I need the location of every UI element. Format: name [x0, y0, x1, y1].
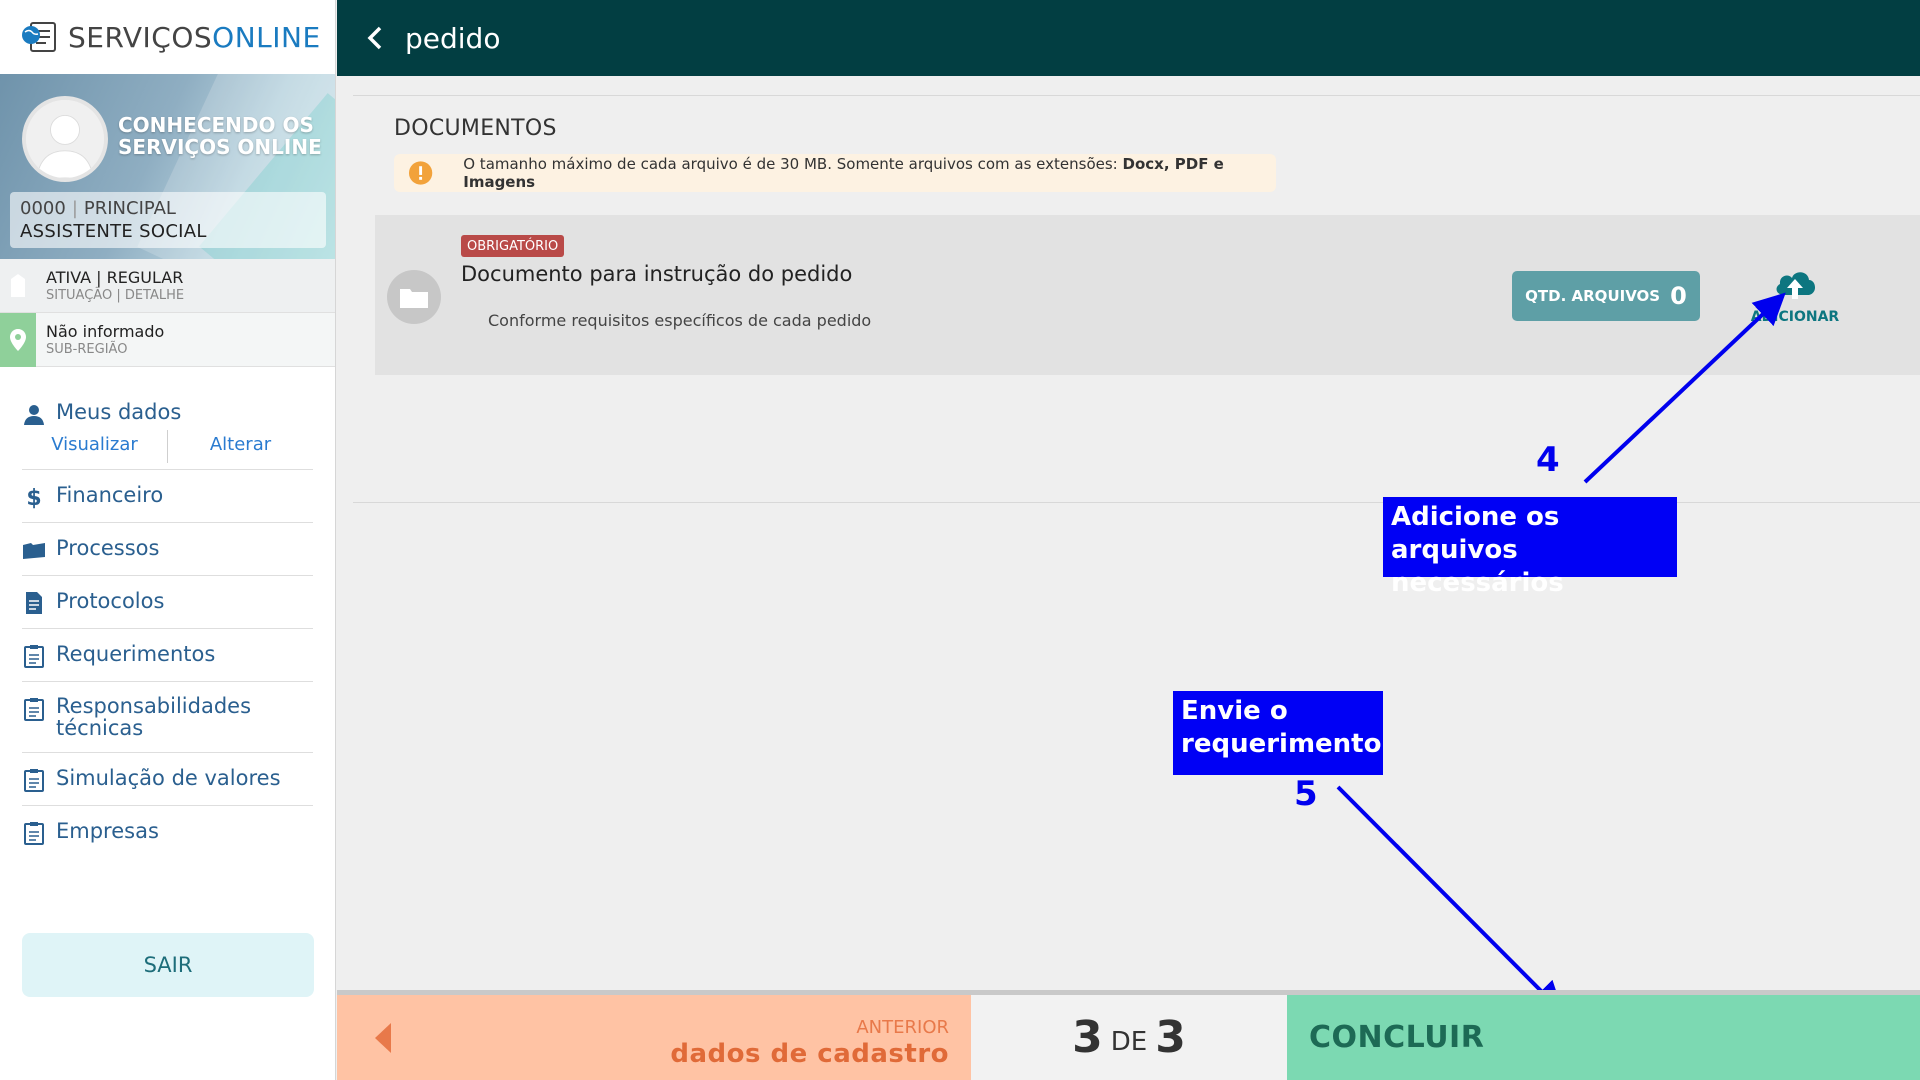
clipboard-icon [24, 698, 44, 721]
sidebar-item-label: Protocolos [56, 589, 165, 613]
profile-name: CONHECENDO OS SERVIÇOS ONLINE [118, 113, 322, 159]
file-count-label: QTD. ARQUIVOS [1525, 287, 1661, 305]
sidebar-item-label: Processos [56, 536, 160, 560]
sidebar-item-label: Requerimentos [56, 642, 216, 666]
logo-text-part2: ONLINE [212, 20, 321, 54]
current-step: 3 [1072, 1012, 1103, 1063]
dollar-icon: $ [26, 486, 41, 509]
sidebar-item-protocolos[interactable]: Protocolos [22, 576, 313, 629]
step-separator: DE [1110, 1026, 1148, 1057]
region-row: Não informado SUB-REGIÃO [0, 312, 335, 367]
sidebar-item-responsabilidades[interactable]: Responsabilidades técnicas [22, 682, 313, 753]
file-size-warning: O tamanho máximo de cada arquivo é de 30… [394, 154, 1276, 192]
previous-step-name: dados de cadastro [670, 1039, 949, 1069]
map-pin-icon [10, 328, 26, 351]
sidebar-item-label: Meus dados [56, 400, 182, 424]
globe-document-icon [22, 22, 56, 52]
registration-type: PRINCIPAL [83, 198, 176, 219]
annotation-step-4-number: 4 [1536, 440, 1560, 480]
document-icon [26, 592, 42, 614]
sidebar: SERVIÇOSONLINE CONHECENDO OS SERVIÇOS ON… [0, 0, 336, 1080]
sidebar-item-label: Responsabilidades técnicas [56, 694, 252, 740]
concluir-button[interactable]: CONCLUIR [1287, 995, 1920, 1080]
section-title: DOCUMENTOS [394, 116, 557, 141]
add-file-label: ADICIONAR [1750, 309, 1840, 325]
tag-icon [11, 273, 25, 297]
page-title: pedido [405, 21, 501, 55]
required-badge: OBRIGATÓRIO [461, 235, 565, 257]
user-icon [24, 405, 44, 425]
meus-dados-submenu: Visualizar Alterar [22, 430, 313, 470]
profile-card: CONHECENDO OS SERVIÇOS ONLINE 0000 | PRINC… [0, 74, 335, 259]
sidebar-item-label: Financeiro [56, 483, 164, 507]
sidebar-item-label: Empresas [56, 819, 159, 843]
status-value: ATIVA | REGULAR [46, 268, 184, 287]
main-content: DOCUMENTOS O tamanho máximo de cada arqu… [337, 76, 1920, 990]
document-card: OBRIGATÓRIO Documento para instrução do … [375, 215, 1920, 375]
sidebar-item-empresas[interactable]: Empresas [22, 806, 313, 858]
status-row: ATIVA | REGULAR SITUAÇÃO | DETALHE [0, 259, 335, 313]
status-label: SITUAÇÃO | DETALHE [46, 288, 185, 303]
clipboard-icon [24, 769, 44, 792]
folder-icon [387, 270, 441, 324]
logo-text: SERVIÇOSONLINE [68, 21, 321, 54]
folder-icon [23, 543, 45, 559]
logo-text-part1: SERVIÇOS [68, 20, 213, 54]
sidebar-menu: Meus dados Visualizar Alterar $ Financei… [0, 367, 335, 858]
svg-text:$: $ [26, 486, 41, 509]
user-silhouette-icon [26, 100, 104, 178]
sidebar-item-requerimentos[interactable]: Requerimentos [22, 629, 313, 682]
clipboard-icon [24, 645, 44, 668]
back-button[interactable] [345, 0, 405, 76]
sidebar-item-financeiro[interactable]: $ Financeiro [22, 470, 313, 523]
document-description: Conforme requisitos específicos de cada … [488, 311, 872, 330]
file-count-button[interactable]: QTD. ARQUIVOS 0 [1512, 271, 1700, 321]
region-label: SUB-REGIÃO [46, 342, 128, 357]
previous-label: ANTERIOR [856, 1017, 949, 1038]
avatar[interactable] [22, 96, 108, 182]
annotation-step-4-box: Adicione os arquivos necessários [1383, 497, 1677, 598]
annotation-step-5-number: 5 [1294, 774, 1318, 814]
registration-number: 0000 [20, 198, 66, 219]
triangle-left-icon [375, 1023, 391, 1053]
sidebar-item-processos[interactable]: Processos [22, 523, 313, 576]
chevron-left-icon [367, 26, 382, 50]
warning-icon [408, 161, 433, 185]
clipboard-icon [24, 822, 44, 845]
document-title: Documento para instrução do pedido [461, 262, 853, 286]
visualizar-link[interactable]: Visualizar [22, 430, 168, 463]
sidebar-item-label: Simulação de valores [56, 766, 281, 790]
sidebar-item-meus-dados[interactable]: Meus dados [22, 387, 313, 430]
file-count-value: 0 [1670, 282, 1687, 310]
step-indicator: 3 DE 3 [971, 995, 1287, 1080]
sidebar-item-simulacao[interactable]: Simulação de valores [22, 753, 313, 806]
previous-step-button[interactable]: ANTERIOR dados de cadastro [337, 995, 971, 1080]
add-file-button[interactable]: ADICIONAR [1750, 265, 1840, 325]
logo[interactable]: SERVIÇOSONLINE [0, 0, 335, 74]
profile-role: ASSISTENTE SOCIAL [20, 221, 207, 242]
warning-text: O tamanho máximo de cada arquivo é de 30… [463, 155, 1123, 173]
alterar-link[interactable]: Alterar [168, 430, 313, 463]
cloud-upload-icon [1776, 272, 1816, 299]
header-bar: pedido [337, 0, 1920, 76]
annotation-step-5-box: Envie o requerimento [1173, 691, 1383, 775]
region-value: Não informado [46, 322, 165, 341]
profile-registration: 0000 | PRINCIPAL ASSISTENTE SOCIAL [10, 192, 326, 248]
logout-button[interactable]: SAIR [22, 933, 314, 997]
total-steps: 3 [1155, 1012, 1186, 1063]
